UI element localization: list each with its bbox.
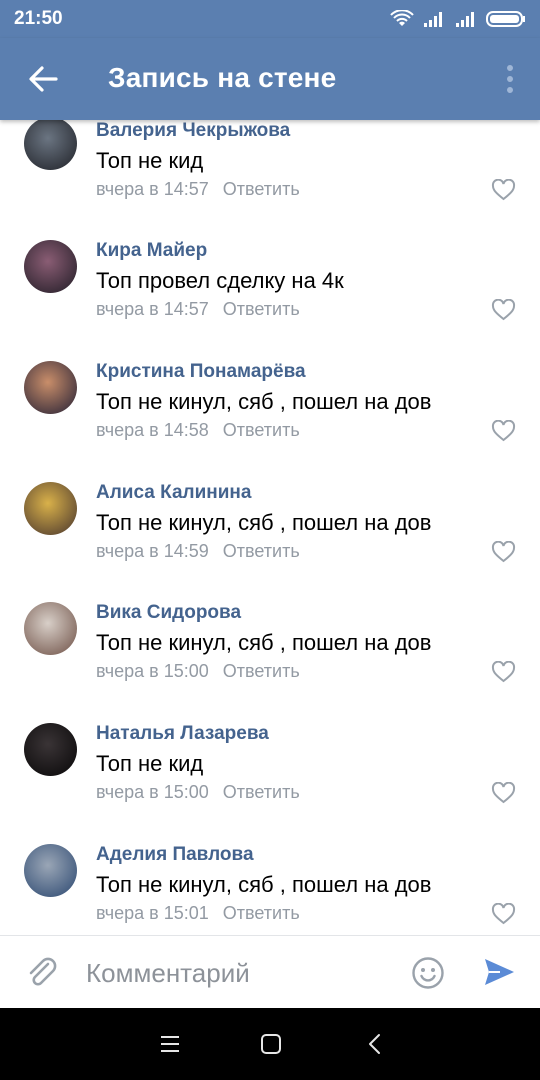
more-vertical-icon[interactable] [502, 64, 518, 94]
reply-button[interactable]: Ответить [223, 541, 300, 561]
heart-icon[interactable] [491, 541, 516, 563]
comment-item: Валерия Чекрыжова Топ не кид вчера в 14:… [0, 120, 540, 241]
comment-time: вчера в 15:00 [96, 661, 209, 681]
home-square-icon[interactable] [258, 1031, 284, 1057]
comment-item: Алиса Калинина Топ не кинул, сяб , пошел… [0, 482, 540, 603]
comment-item: Наталья Лазарева Топ не кид вчера в 15:0… [0, 723, 540, 844]
heart-icon[interactable] [491, 661, 516, 683]
app-bar: Запись на стене [0, 38, 540, 120]
comment-meta: вчера в 14:58 Ответить [96, 420, 300, 441]
comment-meta: вчера в 14:57 Ответить [96, 179, 300, 200]
comment-text: Топ не кид [96, 148, 204, 173]
back-chevron-icon[interactable] [362, 1031, 388, 1057]
battery-icon [486, 11, 525, 27]
heart-icon[interactable] [491, 903, 516, 925]
comment-list: Валерия Чекрыжова Топ не кид вчера в 14:… [0, 120, 540, 935]
comment-time: вчера в 14:57 [96, 179, 209, 199]
avatar[interactable] [24, 240, 77, 293]
comment-item: Кристина Понамарёва Топ не кинул, сяб , … [0, 361, 540, 482]
comment-author[interactable]: Валерия Чекрыжова [96, 120, 290, 142]
heart-icon[interactable] [491, 299, 516, 321]
comment-author[interactable]: Вика Сидорова [96, 602, 241, 624]
comment-meta: вчера в 15:01 Ответить [96, 903, 300, 924]
comment-author[interactable]: Наталья Лазарева [96, 723, 269, 745]
system-navigation-bar [0, 1008, 540, 1080]
comment-author[interactable]: Аделия Павлова [96, 844, 254, 866]
comment-text: Топ не кинул, сяб , пошел на дов [96, 872, 432, 897]
comment-item: Вика Сидорова Топ не кинул, сяб , пошел … [0, 602, 540, 723]
comment-author[interactable]: Кира Майер [96, 240, 207, 262]
avatar[interactable] [24, 723, 77, 776]
comment-meta: вчера в 15:00 Ответить [96, 661, 300, 682]
comment-meta: вчера в 14:57 Ответить [96, 299, 300, 320]
comment-text: Топ не кид [96, 751, 204, 776]
comment-text: Топ не кинул, сяб , пошел на дов [96, 630, 432, 655]
comment-text: Топ не кинул, сяб , пошел на дов [96, 510, 432, 535]
paperclip-icon[interactable] [24, 954, 60, 990]
comment-item: Аделия Павлова Топ не кинул, сяб , пошел… [0, 844, 540, 935]
avatar[interactable] [24, 844, 77, 897]
signal-icon [424, 12, 442, 27]
smiley-icon[interactable] [411, 956, 445, 990]
reply-button[interactable]: Ответить [223, 420, 300, 440]
page-title: Запись на стене [108, 62, 337, 93]
status-icons [390, 8, 526, 30]
heart-icon[interactable] [491, 782, 516, 804]
reply-button[interactable]: Ответить [223, 782, 300, 802]
status-time: 21:50 [14, 8, 63, 29]
menu-icon[interactable] [157, 1031, 183, 1057]
comment-author[interactable]: Алиса Калинина [96, 482, 251, 504]
comment-text: Топ не кинул, сяб , пошел на дов [96, 389, 432, 414]
reply-button[interactable]: Ответить [223, 661, 300, 681]
reply-button[interactable]: Ответить [223, 903, 300, 923]
comment-composer [0, 935, 540, 1009]
heart-icon[interactable] [491, 179, 516, 201]
heart-icon[interactable] [491, 420, 516, 442]
comment-time: вчера в 15:01 [96, 903, 209, 923]
comment-item: Кира Майер Топ провел сделку на 4к вчера… [0, 240, 540, 361]
wifi-icon [390, 10, 414, 26]
reply-button[interactable]: Ответить [223, 179, 300, 199]
back-arrow-icon[interactable] [26, 62, 60, 96]
avatar[interactable] [24, 482, 77, 535]
avatar[interactable] [24, 120, 77, 170]
avatar[interactable] [24, 361, 77, 414]
comment-meta: вчера в 15:00 Ответить [96, 782, 300, 803]
status-bar: 21:50 [0, 0, 540, 38]
comment-time: вчера в 15:00 [96, 782, 209, 802]
comment-time: вчера в 14:59 [96, 541, 209, 561]
comment-author[interactable]: Кристина Понамарёва [96, 361, 306, 383]
comment-input[interactable] [84, 952, 388, 994]
signal-icon [456, 12, 474, 27]
comment-meta: вчера в 14:59 Ответить [96, 541, 300, 562]
send-icon[interactable] [482, 955, 516, 989]
reply-button[interactable]: Ответить [223, 299, 300, 319]
comment-text: Топ провел сделку на 4к [96, 268, 344, 293]
avatar[interactable] [24, 602, 77, 655]
comment-time: вчера в 14:57 [96, 299, 209, 319]
comment-time: вчера в 14:58 [96, 420, 209, 440]
